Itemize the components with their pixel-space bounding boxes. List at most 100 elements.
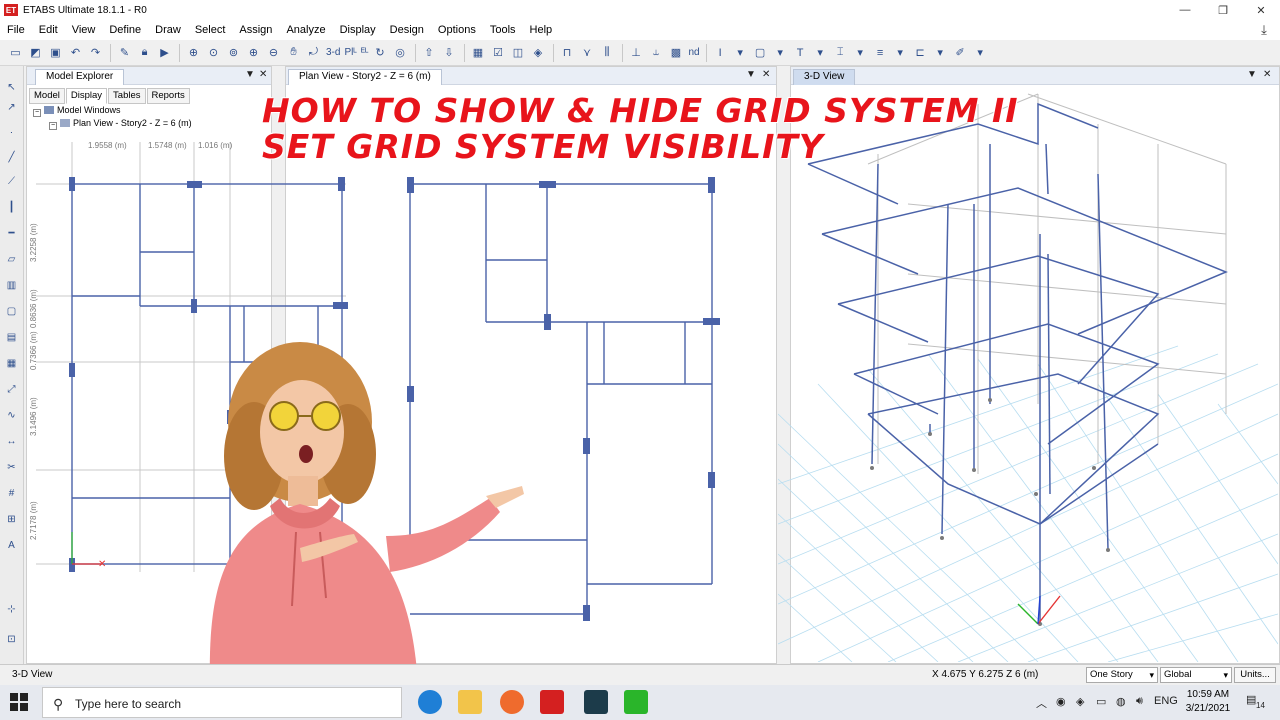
frame-icon[interactable]: ⊓: [558, 43, 577, 62]
draw-grid-icon[interactable]: #: [3, 486, 20, 502]
dropdown-icon[interactable]: ▾: [971, 43, 990, 62]
menu-draw[interactable]: Draw: [148, 20, 188, 40]
dropdown-icon[interactable]: ▾: [811, 43, 830, 62]
check-icon[interactable]: ☑: [489, 43, 508, 62]
media-app-icon[interactable]: [584, 690, 608, 714]
set-display-icon[interactable]: ◫: [509, 43, 528, 62]
draw-text-icon[interactable]: A: [3, 538, 20, 554]
menu-file[interactable]: File: [0, 20, 32, 40]
draw-reference-icon[interactable]: ⊞: [3, 512, 20, 528]
view-3d-button[interactable]: 3-d: [324, 47, 342, 58]
move-up-icon[interactable]: ⇧: [420, 43, 439, 62]
minimize-icon[interactable]: —: [1166, 0, 1204, 20]
menu-view[interactable]: View: [65, 20, 103, 40]
tree-item-model-windows[interactable]: − Model Windows: [27, 104, 271, 117]
tab-display[interactable]: Display: [65, 88, 108, 104]
panel-close-icon[interactable]: ✕: [259, 69, 267, 80]
download-icon[interactable]: ⤓: [1256, 22, 1272, 38]
pan-icon[interactable]: ✋︎: [284, 43, 303, 62]
draw-link-icon[interactable]: ⤢: [3, 382, 20, 398]
tab-tables[interactable]: Tables: [108, 88, 146, 104]
draw-area-icon[interactable]: ▱: [3, 252, 20, 268]
menu-display[interactable]: Display: [333, 20, 383, 40]
close-icon[interactable]: ✕: [1242, 0, 1280, 20]
draw-deck-icon[interactable]: ▦: [3, 356, 20, 372]
taskbar-search-box[interactable]: ⚲ Type here to search: [42, 687, 402, 718]
draw-opening-icon[interactable]: ▢: [3, 304, 20, 320]
draw-joint-icon[interactable]: ⋅: [3, 126, 20, 142]
battery-icon[interactable]: ▭: [1096, 695, 1106, 708]
menu-help[interactable]: Help: [523, 20, 560, 40]
file-explorer-icon[interactable]: [458, 690, 482, 714]
channel-section-icon[interactable]: ⊏: [911, 43, 930, 62]
taskbar-clock[interactable]: 10:59 AM 3/21/2021: [1178, 688, 1238, 716]
collapse-icon[interactable]: −: [49, 122, 57, 130]
dropdown-icon[interactable]: ▾: [731, 43, 750, 62]
dropdown-icon[interactable]: ▾: [891, 43, 910, 62]
green-app-icon[interactable]: [624, 690, 648, 714]
windows-start-icon[interactable]: [10, 693, 28, 711]
etabs-taskbar-icon[interactable]: [540, 690, 564, 714]
menu-define[interactable]: Define: [102, 20, 148, 40]
zoom-in-icon[interactable]: ⊕: [244, 43, 263, 62]
object-shrink-icon[interactable]: ◈: [529, 43, 548, 62]
spring-icon[interactable]: ⥿: [647, 43, 666, 62]
grid-icon[interactable]: ▦: [469, 43, 488, 62]
restore-icon[interactable]: ❐: [1204, 0, 1242, 20]
dropdown-icon[interactable]: ▾: [771, 43, 790, 62]
panel-menu-icon[interactable]: ▼: [245, 69, 255, 80]
plan-view-button[interactable]: Plᴸ: [342, 47, 358, 58]
open-icon[interactable]: ◩: [26, 43, 45, 62]
3d-view-canvas[interactable]: [778, 84, 1278, 662]
lock-icon[interactable]: 🔒︎: [135, 43, 154, 62]
brush-icon[interactable]: ✐: [951, 43, 970, 62]
save-icon[interactable]: ▣: [46, 43, 65, 62]
tray-chevron-icon[interactable]: ︿: [1036, 695, 1047, 711]
zoom-window-icon[interactable]: ⊕: [184, 43, 203, 62]
tab-model[interactable]: Model: [29, 88, 65, 104]
tab-reports[interactable]: Reports: [146, 88, 190, 104]
draw-wall-icon[interactable]: ▥: [3, 278, 20, 294]
rebar-icon[interactable]: ≡: [871, 43, 890, 62]
tray-app-icon[interactable]: ◈: [1076, 695, 1084, 708]
column-icon[interactable]: ⫼: [598, 43, 617, 62]
language-indicator[interactable]: ENG: [1154, 695, 1178, 707]
pointer-icon[interactable]: ↖: [3, 80, 20, 96]
model-explorer-title[interactable]: Model Explorer: [35, 69, 125, 85]
story-select[interactable]: One Story: [1086, 667, 1158, 683]
menu-select[interactable]: Select: [188, 20, 233, 40]
reshape-icon[interactable]: ↗: [3, 100, 20, 116]
eye-icon[interactable]: ◎: [391, 43, 410, 62]
draw-dimension-icon[interactable]: ↔: [3, 434, 20, 450]
redo-icon[interactable]: ↷: [86, 43, 105, 62]
draw-beam-icon[interactable]: ━: [3, 226, 20, 242]
undo-icon[interactable]: ↶: [66, 43, 85, 62]
panel-close-icon[interactable]: ✕: [1263, 69, 1271, 80]
panel-close-icon[interactable]: ✕: [762, 69, 770, 80]
coordinate-system-select[interactable]: Global: [1160, 667, 1232, 683]
support-icon[interactable]: ⊥: [627, 43, 646, 62]
volume-icon[interactable]: 🔊︎: [1136, 695, 1143, 708]
plate-section-icon[interactable]: ⌶: [831, 43, 850, 62]
box-section-icon[interactable]: ▢: [751, 43, 770, 62]
plan-view-tab[interactable]: Plan View - Story2 - Z = 6 (m): [288, 69, 442, 85]
panel-menu-icon[interactable]: ▼: [746, 69, 756, 80]
tray-app-icon[interactable]: ◉: [1056, 695, 1066, 708]
rotate-icon[interactable]: ⤾: [304, 43, 323, 62]
draw-slab-icon[interactable]: ▤: [3, 330, 20, 346]
draw-tendon-icon[interactable]: ∿: [3, 408, 20, 424]
3d-view-tab[interactable]: 3-D View: [793, 69, 856, 85]
menu-edit[interactable]: Edit: [32, 20, 65, 40]
menu-options[interactable]: Options: [431, 20, 483, 40]
firefox-icon[interactable]: [500, 690, 524, 714]
zoom-out-icon[interactable]: ⊖: [264, 43, 283, 62]
refresh-icon[interactable]: ↻: [371, 43, 390, 62]
menu-assign[interactable]: Assign: [232, 20, 279, 40]
pen-icon[interactable]: ✎: [115, 43, 134, 62]
section-i-icon[interactable]: I: [711, 43, 730, 62]
units-button[interactable]: Units...: [1234, 667, 1276, 683]
area-icon[interactable]: ▩: [667, 43, 686, 62]
node-label-button[interactable]: nd: [687, 47, 702, 58]
draw-column-icon[interactable]: ┃: [3, 200, 20, 216]
draw-brace-icon[interactable]: ⟋: [3, 174, 20, 190]
